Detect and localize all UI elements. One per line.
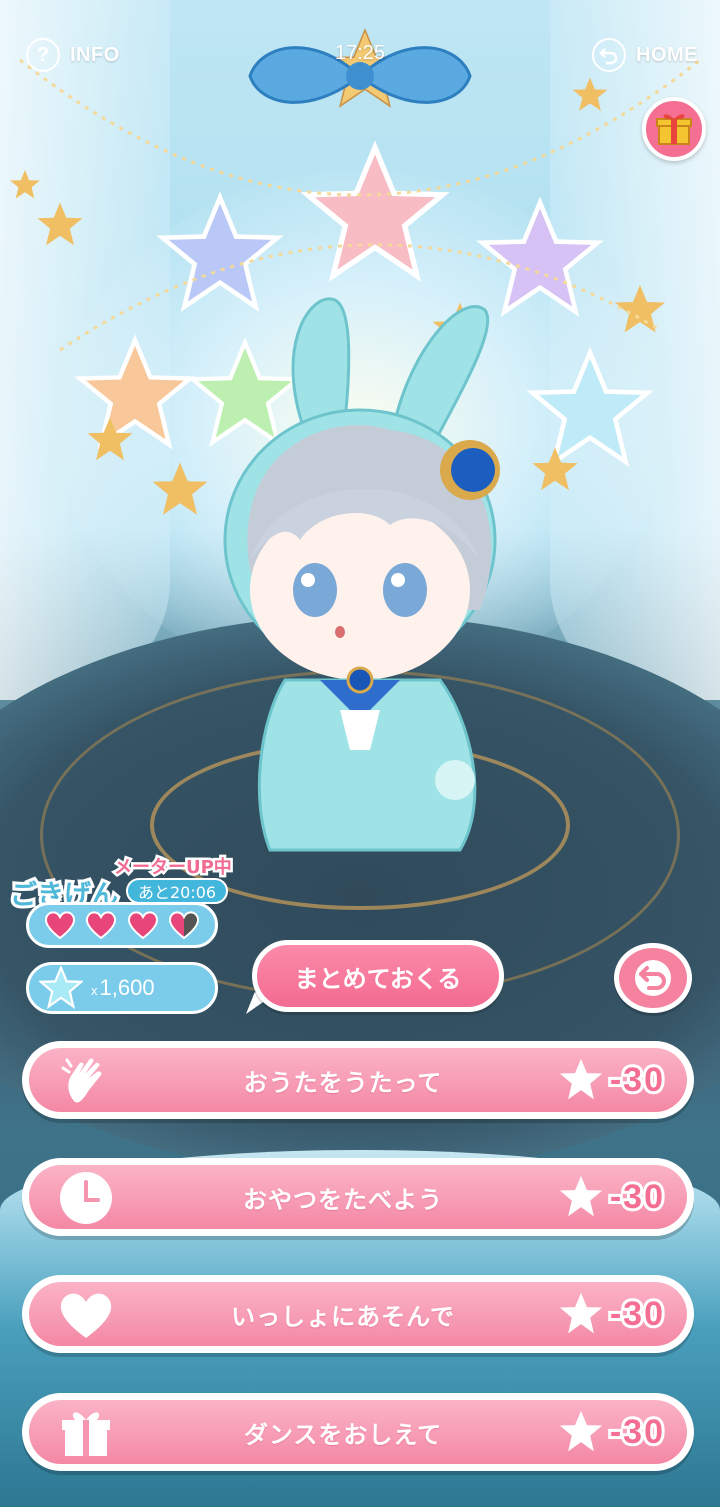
star-count-prefix: x <box>91 983 98 998</box>
star-currency-icon <box>39 966 83 1010</box>
meter-up-label: メーターUP中 <box>112 855 235 881</box>
clock-icon <box>60 1172 112 1224</box>
heart-icon <box>60 1293 112 1338</box>
heart-full-icon <box>86 911 117 940</box>
action-label: おうたをうたって <box>243 1068 443 1097</box>
action-cost: -30 <box>607 1058 666 1102</box>
home-button[interactable]: HOME <box>592 38 698 72</box>
home-label: HOME <box>636 43 698 66</box>
star-currency: x1,600 <box>26 962 218 1014</box>
undo-arrow-icon <box>635 960 671 996</box>
star-count: 1,600 <box>99 975 155 1000</box>
action-label: いっしょにあそんで <box>231 1302 455 1331</box>
mood-hearts <box>26 902 218 948</box>
gift-box-icon <box>656 114 692 145</box>
action-label: おやつをたべよう <box>243 1185 443 1214</box>
clap-hand-icon <box>61 1058 102 1103</box>
send-all-button[interactable]: まとめておくる <box>252 940 504 1012</box>
heart-half-icon <box>169 911 200 940</box>
back-button[interactable] <box>614 943 692 1013</box>
action-sing-button[interactable]: おうたをうたって -30 <box>22 1041 694 1119</box>
mood-timer: あと20:06 <box>126 878 229 904</box>
top-bar: ? INFO 17:25 HOME <box>0 38 720 74</box>
gift-button[interactable] <box>642 97 706 161</box>
action-label: ダンスをおしえて <box>243 1420 443 1449</box>
return-arrow-icon <box>592 38 626 72</box>
action-cost: -30 <box>607 1292 666 1336</box>
heart-full-icon <box>127 911 158 940</box>
star-cost-icon <box>559 1410 603 1452</box>
heart-full-icon <box>44 911 75 940</box>
action-snack-button[interactable]: おやつをたべよう -30 <box>22 1158 694 1236</box>
star-cost-icon <box>559 1175 603 1217</box>
chibi-character <box>223 297 500 852</box>
star-cost-icon <box>559 1058 603 1100</box>
action-cost: -30 <box>607 1410 666 1454</box>
action-play-button[interactable]: いっしょにあそんで -30 <box>22 1275 694 1353</box>
star-cost-icon <box>559 1292 603 1334</box>
action-dance-button[interactable]: ダンスをおしえて -30 <box>22 1393 694 1471</box>
action-cost: -30 <box>607 1175 666 1219</box>
gift-icon <box>62 1412 110 1456</box>
